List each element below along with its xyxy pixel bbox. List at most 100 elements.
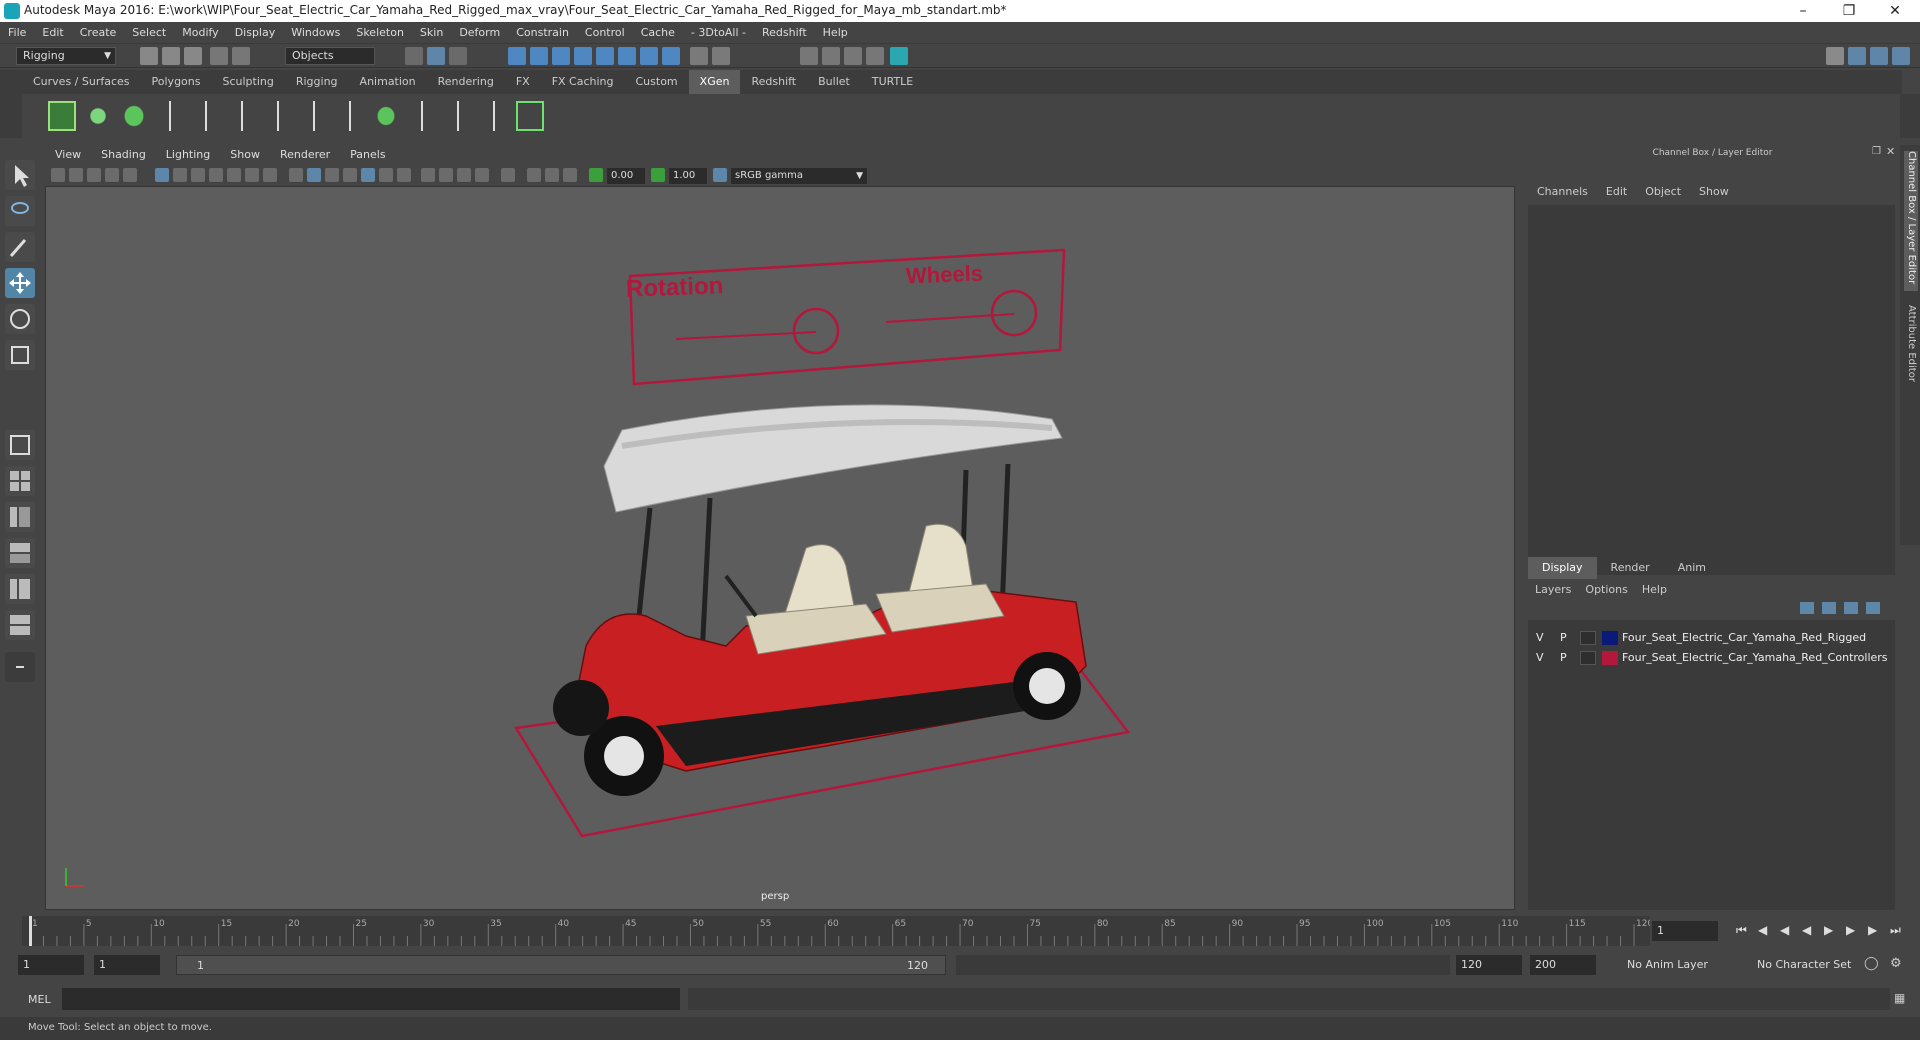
exposure-icon[interactable]	[589, 168, 603, 182]
layer-visibility-toggle[interactable]: V	[1536, 648, 1544, 668]
new-layer-selected-icon[interactable]	[1844, 602, 1858, 614]
layer-display-type[interactable]	[1580, 651, 1596, 665]
groom-icon[interactable]	[372, 101, 400, 131]
menu-layers[interactable]: Layers	[1528, 580, 1578, 600]
layer-row[interactable]: V P Four_Seat_Electric_Car_Yamaha_Red_Co…	[1528, 648, 1895, 668]
wireframe-on-shaded-icon[interactable]	[343, 168, 357, 182]
tab-anim[interactable]: Anim	[1664, 557, 1720, 579]
layer-display-type[interactable]	[1580, 631, 1596, 645]
safe-action-icon[interactable]	[245, 168, 259, 182]
move-tool-icon[interactable]	[5, 268, 35, 298]
snap-grid-icon[interactable]	[508, 47, 526, 65]
move-layer-up-icon[interactable]	[1800, 602, 1814, 614]
render-settings-icon[interactable]	[844, 47, 862, 65]
depth-of-field-icon[interactable]	[475, 168, 489, 182]
menu-channel-edit[interactable]: Edit	[1597, 181, 1636, 203]
menu-channels[interactable]: Channels	[1528, 181, 1597, 203]
exposure-field[interactable]: 0.00	[607, 168, 645, 184]
hypershade-layout-icon[interactable]	[5, 610, 35, 640]
snap-live-icon[interactable]	[640, 47, 658, 65]
create-description-icon[interactable]	[120, 101, 148, 131]
xgen-preview-icon[interactable]	[84, 101, 112, 131]
render-view-icon[interactable]	[890, 47, 908, 65]
xray-joints-icon[interactable]	[563, 168, 577, 182]
range-slider[interactable]: 1 120	[176, 955, 946, 975]
menu-display[interactable]: Display	[227, 22, 284, 44]
menu-help[interactable]: Help	[815, 22, 856, 44]
perspective-viewport[interactable]: Rotation Wheels persp	[45, 145, 1515, 910]
grease-pencil-icon[interactable]	[123, 168, 137, 182]
xray-active-icon[interactable]	[545, 168, 559, 182]
film-gate-icon[interactable]	[173, 168, 187, 182]
persp-outliner-layout-icon[interactable]	[5, 502, 35, 532]
tab-redshift[interactable]: Redshift	[740, 70, 807, 94]
toggle-tool-settings-icon[interactable]	[1892, 47, 1910, 65]
open-scene-icon[interactable]	[162, 47, 180, 65]
view-transform-dropdown[interactable]: sRGB gamma ▼	[731, 168, 867, 184]
menu-deform[interactable]: Deform	[451, 22, 508, 44]
move-layer-down-icon[interactable]	[1822, 602, 1836, 614]
command-input[interactable]	[62, 988, 680, 1010]
vp-menu-panels[interactable]: Panels	[340, 145, 395, 165]
layer-playback-toggle[interactable]: P	[1560, 648, 1567, 668]
character-set-dropdown[interactable]: No Character Set	[1752, 955, 1872, 975]
menu-channel-show[interactable]: Show	[1690, 181, 1738, 203]
wireframe-icon[interactable]	[289, 168, 303, 182]
resolution-gate-icon[interactable]	[191, 168, 205, 182]
select-tool-icon[interactable]	[5, 160, 35, 190]
construction-history-icon[interactable]	[712, 47, 730, 65]
new-layer-icon[interactable]	[1866, 602, 1880, 614]
guide-comb-icon[interactable]	[444, 101, 472, 131]
scene-end-field[interactable]: 200	[1530, 955, 1596, 975]
motion-blur-icon[interactable]	[439, 168, 453, 182]
snap-help-icon[interactable]	[662, 47, 680, 65]
persp-graph-layout-icon[interactable]	[5, 538, 35, 568]
gamma-field[interactable]: 1.00	[669, 168, 707, 184]
default-material-icon[interactable]	[325, 168, 339, 182]
snap-curve-icon[interactable]	[530, 47, 548, 65]
gamma-icon[interactable]	[651, 168, 665, 182]
place-guides-icon[interactable]	[156, 101, 184, 131]
menu-modify[interactable]: Modify	[174, 22, 226, 44]
redo-icon[interactable]	[232, 47, 250, 65]
layer-color-swatch[interactable]	[1602, 631, 1618, 645]
shadows-icon[interactable]	[397, 168, 411, 182]
smooth-shade-icon[interactable]	[307, 168, 321, 182]
side-tab-attribute-editor[interactable]: Attribute Editor	[1904, 305, 1918, 405]
restore-button[interactable]: ❐	[1826, 0, 1872, 22]
render-frame-icon[interactable]	[800, 47, 818, 65]
minimize-button[interactable]: –	[1780, 0, 1826, 22]
vp-menu-show[interactable]: Show	[220, 145, 270, 165]
add-guide-icon[interactable]	[192, 101, 220, 131]
tab-rigging[interactable]: Rigging	[285, 70, 349, 94]
outliner-layout-icon[interactable]	[5, 574, 35, 604]
select-component-icon[interactable]	[449, 47, 467, 65]
save-scene-icon[interactable]	[184, 47, 202, 65]
menu-layer-help[interactable]: Help	[1635, 580, 1674, 600]
layer-color-swatch[interactable]	[1602, 651, 1618, 665]
menu-3dtoall[interactable]: - 3DtoAll -	[683, 22, 754, 44]
tab-display[interactable]: Display	[1528, 557, 1597, 579]
tab-animation[interactable]: Animation	[349, 70, 427, 94]
image-plane-icon[interactable]	[105, 168, 119, 182]
tab-polygons[interactable]: Polygons	[141, 70, 212, 94]
workspace-icon[interactable]	[1826, 47, 1844, 65]
step-back-frame-icon[interactable]: ◀	[1780, 923, 1789, 937]
current-frame-field[interactable]: 1	[1652, 921, 1718, 941]
xgen-toggle-icon[interactable]	[516, 101, 544, 131]
snap-vertex-icon[interactable]	[618, 47, 636, 65]
use-all-lights-icon[interactable]	[379, 168, 393, 182]
layer-name[interactable]: Four_Seat_Electric_Car_Yamaha_Red_Contro…	[1622, 648, 1888, 668]
select-object-icon[interactable]	[427, 47, 445, 65]
scale-tool-icon[interactable]	[5, 340, 35, 370]
play-forwards-icon[interactable]: ▶	[1824, 923, 1833, 937]
vp-menu-renderer[interactable]: Renderer	[270, 145, 340, 165]
new-scene-icon[interactable]	[140, 47, 158, 65]
layer-visibility-toggle[interactable]: V	[1536, 628, 1544, 648]
float-panel-icon[interactable]: ❐	[1872, 146, 1881, 157]
step-forward-frame-icon[interactable]: ▶	[1846, 923, 1855, 937]
auto-key-icon[interactable]: ◯	[1864, 956, 1879, 971]
guide-sculpt-icon[interactable]	[264, 101, 292, 131]
toggle-attribute-editor-icon[interactable]	[1848, 47, 1866, 65]
layer-playback-toggle[interactable]: P	[1560, 628, 1567, 648]
